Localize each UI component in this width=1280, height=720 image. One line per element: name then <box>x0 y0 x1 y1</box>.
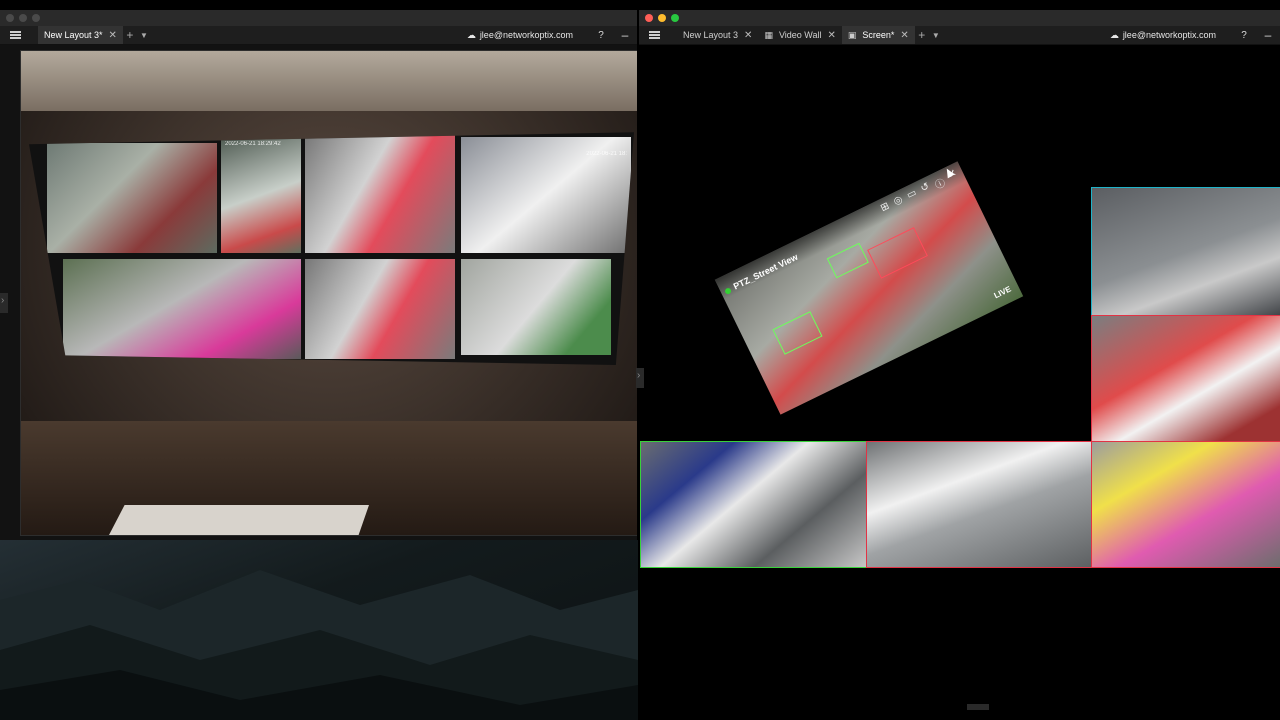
minimize-window-dot[interactable] <box>19 14 27 22</box>
close-window-dot[interactable] <box>6 14 14 22</box>
close-icon[interactable]: ✕ <box>900 30 908 41</box>
left-client-window: New Layout 3* ✕ + ▼ ☁ jlee@networkoptix.… <box>0 10 637 540</box>
table-edge <box>109 505 369 535</box>
tab-video-wall[interactable]: ▦ Video Wall ✕ <box>758 26 841 44</box>
tab-label: New Layout 3 <box>683 30 739 40</box>
help-button[interactable]: ? <box>589 30 613 41</box>
cloud-icon: ☁ <box>1109 29 1119 40</box>
camera-tile-street-top[interactable] <box>1091 187 1280 317</box>
chevron-down-icon[interactable]: ▼ <box>137 31 151 40</box>
camera-feed-fisheye-room[interactable]: 2022-06-21 18:29:42 2022-06-21 18: <box>20 50 637 536</box>
zoom-window-dot[interactable] <box>32 14 40 22</box>
video-wall-cell <box>47 143 217 253</box>
room-ceiling <box>21 51 637 111</box>
main-menu-button[interactable] <box>4 26 26 44</box>
video-wall-cell <box>461 259 611 355</box>
add-tab-button[interactable]: + <box>915 28 929 42</box>
hamburger-icon <box>648 31 660 39</box>
add-tab-button[interactable]: + <box>123 28 137 42</box>
tab-new-layout-3[interactable]: New Layout 3 ✕ <box>677 26 758 44</box>
cloud-account[interactable]: ☁ jlee@networkoptix.com <box>467 30 573 41</box>
chevron-down-icon[interactable]: ▼ <box>929 31 943 40</box>
close-icon[interactable]: ✕ <box>827 30 835 41</box>
video-wall-icon: ▦ <box>764 29 773 40</box>
motion-box <box>772 311 823 355</box>
tab-screen-modified[interactable]: ▣ Screen* ✕ <box>841 26 915 44</box>
motion-box <box>867 227 928 279</box>
close-icon[interactable]: ✕ <box>109 30 117 41</box>
camera-tile-intersection[interactable] <box>866 441 1092 568</box>
camera-tile-traffic-jam[interactable] <box>1091 315 1280 442</box>
window-controls-inactive[interactable] <box>6 14 40 22</box>
motion-box <box>826 242 869 279</box>
desktop-wallpaper <box>0 540 638 720</box>
right-titlebar <box>639 10 1280 26</box>
tab-new-layout-3-modified[interactable]: New Layout 3* ✕ <box>38 26 123 44</box>
right-panel-toggle[interactable] <box>636 368 644 388</box>
video-wall-cell: 2022-06-21 18: <box>461 137 631 253</box>
left-tabbar: New Layout 3* ✕ + ▼ ☁ jlee@networkoptix.… <box>0 26 637 45</box>
main-menu-button[interactable] <box>643 26 665 44</box>
timestamp: 2022-06-21 18: <box>586 151 627 157</box>
minimize-button[interactable]: – <box>613 28 637 42</box>
close-icon[interactable]: ✕ <box>744 30 752 41</box>
account-email: jlee@networkoptix.com <box>479 30 573 40</box>
minimize-window-dot[interactable] <box>658 14 666 22</box>
minimize-button[interactable]: – <box>1256 28 1280 42</box>
live-badge: LIVE <box>992 284 1013 301</box>
help-button[interactable]: ? <box>1232 30 1256 41</box>
tab-label: Video Wall <box>778 30 822 40</box>
camera-tile-bus-lane[interactable] <box>1091 441 1280 568</box>
account-email: jlee@networkoptix.com <box>1122 30 1216 40</box>
left-titlebar <box>0 10 637 26</box>
timestamp: 2022-06-21 18:29:42 <box>225 141 281 147</box>
cloud-account[interactable]: ☁ jlee@networkoptix.com <box>1110 30 1216 41</box>
video-wall-cell: 2022-06-21 18:29:42 <box>221 137 301 253</box>
cloud-icon: ☁ <box>466 29 476 40</box>
hamburger-icon <box>9 31 21 39</box>
video-wall-cell <box>305 259 455 359</box>
right-tabbar: New Layout 3 ✕ ▦ Video Wall ✕ ▣ Screen* … <box>639 26 1280 45</box>
video-wall-cell <box>305 135 455 253</box>
window-controls[interactable] <box>645 14 679 22</box>
video-wall-cell <box>63 259 301 359</box>
close-window-dot[interactable] <box>645 14 653 22</box>
tab-label: Screen* <box>862 30 895 40</box>
timeline-toggle[interactable] <box>967 704 989 710</box>
camera-tile-crosswalk[interactable] <box>640 441 867 568</box>
tab-label: New Layout 3* <box>44 30 103 40</box>
zoom-window-dot[interactable] <box>671 14 679 22</box>
left-panel-toggle[interactable] <box>0 293 8 313</box>
video-wall-display: 2022-06-21 18:29:42 2022-06-21 18: <box>29 132 634 365</box>
mountain-landscape <box>0 570 638 720</box>
screen-icon: ▣ <box>847 29 857 40</box>
